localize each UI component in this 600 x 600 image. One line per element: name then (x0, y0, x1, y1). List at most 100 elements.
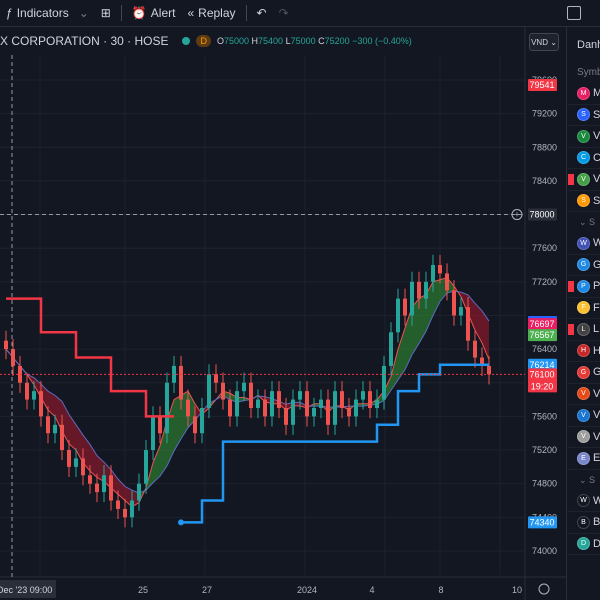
time-tick: 27 (202, 585, 212, 595)
ohlc-values: O75000 H75400 L75000 C75200 −300 (−0.40%… (216, 36, 412, 46)
price-tick: 75600 (532, 411, 557, 421)
watchlist-item[interactable]: HH (567, 341, 600, 362)
watchlist-item[interactable]: BB (567, 512, 600, 534)
watchlist-item[interactable]: WW (567, 491, 600, 512)
symbol-logo: H (577, 344, 590, 358)
symbol-name: V (593, 173, 600, 186)
price-label: 79541 (528, 78, 557, 91)
svg-text:78000: 78000 (529, 210, 554, 220)
redo-icon[interactable]: ↷ (273, 6, 295, 20)
svg-text:76214: 76214 (529, 360, 554, 370)
price-tick: 78400 (532, 176, 557, 186)
symbol-logo: S (577, 108, 590, 122)
watchlist-item[interactable]: SS (567, 105, 600, 126)
watchlist-item[interactable]: VV (567, 169, 600, 191)
symbol-logo: S (577, 194, 590, 208)
symbol-name: V (593, 409, 600, 422)
svg-text:74340: 74340 (529, 517, 554, 527)
symbol-logo: V (577, 129, 590, 143)
symbol-logo: W (577, 494, 590, 508)
chart-legend: X CORPORATION · 30 · HOSE D O75000 H7540… (0, 30, 412, 52)
watchlist-item[interactable]: VV (567, 384, 600, 405)
symbol-name: G (593, 259, 600, 271)
symbol-logo: W (577, 236, 590, 250)
svg-text:+: + (514, 210, 519, 220)
price-tick: 79200 (532, 109, 557, 119)
watchlist-item[interactable]: SS (567, 191, 600, 212)
watchlist-item[interactable]: EE (567, 448, 600, 470)
symbol-logo: F (577, 301, 590, 315)
watchlist-item[interactable]: DD (567, 534, 600, 555)
symbol-name: V (593, 387, 600, 400)
watchlist-item[interactable]: MM (567, 83, 600, 105)
watchlist-item[interactable]: FF (567, 298, 600, 319)
divider (245, 5, 247, 21)
watchlist-item[interactable]: PP (567, 276, 600, 298)
symbol-logo: E (577, 451, 590, 465)
symbol-name: F (593, 301, 600, 314)
watchlist-item[interactable]: WW (567, 233, 600, 255)
watchlist-item[interactable]: GG (567, 255, 600, 276)
price-tick: 77200 (532, 277, 557, 287)
symbol-logo: L (577, 322, 590, 336)
alarm-clock-icon: ⏰ (131, 6, 147, 20)
replay-button[interactable]: «Replay (181, 6, 241, 20)
symbol-name: H (593, 345, 600, 357)
watchlist-item[interactable]: GG (567, 362, 600, 384)
currency-selector[interactable]: VND ⌄ (529, 33, 559, 51)
price-tick: 76400 (532, 344, 557, 354)
symbol-logo: P (577, 279, 590, 293)
divider (120, 5, 122, 21)
watchlist-title[interactable]: Danh sách (567, 27, 600, 63)
symbol-name: G (593, 366, 600, 378)
supertrend-start-dot (178, 519, 184, 526)
watchlist-item[interactable]: VV (567, 427, 600, 448)
symbol-name: E (593, 452, 600, 465)
symbol-logo: V (577, 430, 590, 444)
price-chart[interactable]: 7960079200788007840077600772007640075600… (0, 0, 566, 600)
svg-text:76100: 76100 (529, 369, 554, 379)
undo-icon[interactable]: ↶ (251, 6, 273, 20)
watchlist-item[interactable]: LL (567, 319, 600, 341)
time-tick: 2024 (297, 585, 317, 595)
templates-icon[interactable]: ⊞ (95, 6, 117, 20)
chevron-down-icon[interactable]: ⌄ (79, 6, 89, 20)
symbol-name: W (593, 237, 600, 249)
indicators-button[interactable]: ƒ Indicators ⌄ (0, 6, 95, 20)
symbol-name: P (593, 280, 600, 293)
symbol-logo: M (577, 86, 590, 100)
symbol-logo: V (577, 172, 590, 186)
price-tick: 74000 (532, 546, 557, 556)
symbol-column-header[interactable]: Symbol (567, 63, 600, 83)
candle (165, 372, 169, 444)
price-tick: 77600 (532, 243, 557, 253)
time-current: Dec '23 09:00 (0, 585, 52, 595)
fullscreen-icon[interactable] (567, 6, 581, 20)
symbol-name: B (593, 516, 600, 529)
indicators-icon: ƒ (6, 6, 13, 20)
market-open-dot (182, 37, 191, 45)
watchlist-section[interactable]: ⌄ S (567, 470, 600, 491)
price-tick: 74800 (532, 479, 557, 489)
symbol-name: C (593, 152, 600, 164)
time-tick: 8 (438, 585, 443, 595)
price-label: 76697 (528, 318, 557, 331)
watchlist-item[interactable]: VV (567, 405, 600, 427)
alert-button[interactable]: ⏰ Alert (126, 6, 182, 20)
symbol-name: M (593, 87, 600, 99)
watchlist-item[interactable]: CC (567, 148, 600, 169)
price-tick: 78800 (532, 142, 557, 152)
symbol-title[interactable]: X CORPORATION · 30 · HOSE (0, 34, 168, 48)
time-tick: 4 (369, 585, 374, 595)
flag-icon[interactable] (568, 324, 574, 335)
price-tick: 75200 (532, 445, 557, 455)
top-toolbar: ƒ Indicators ⌄ ⊞ ⏰ Alert «Replay ↶ ↷ (0, 0, 600, 27)
symbol-logo: V (577, 387, 590, 401)
symbol-name: V (593, 130, 600, 143)
flag-icon[interactable] (568, 281, 574, 292)
symbol-logo: C (577, 151, 590, 165)
watchlist-item[interactable]: VV (567, 126, 600, 148)
symbol-logo: B (577, 515, 590, 529)
watchlist-section[interactable]: ⌄ S (567, 212, 600, 233)
flag-icon[interactable] (568, 174, 574, 185)
